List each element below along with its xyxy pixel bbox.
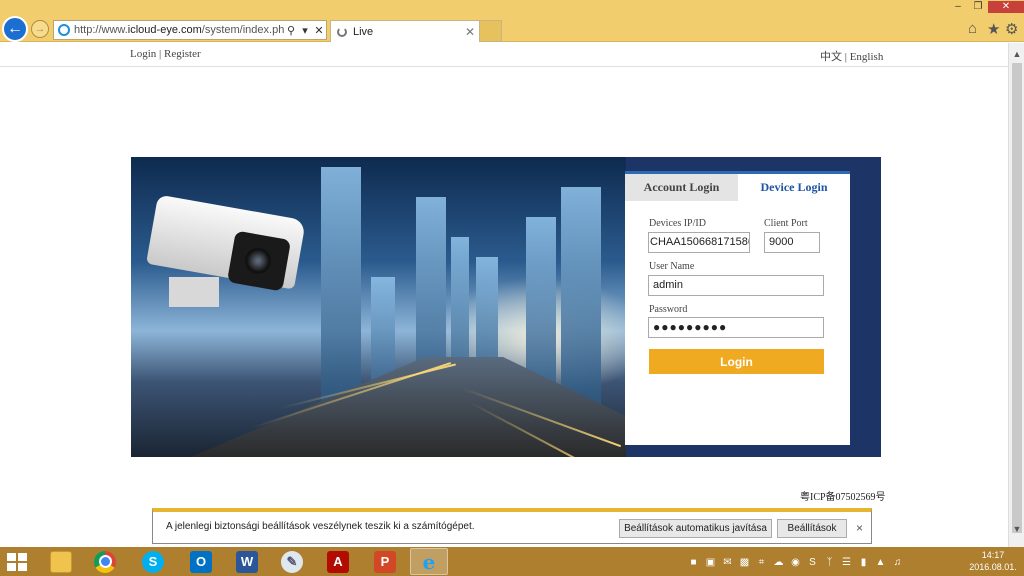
login-tabs: Account Login Device Login — [625, 174, 850, 201]
internet-explorer-icon[interactable]: e — [410, 548, 448, 575]
tab-device-login[interactable]: Device Login — [738, 174, 850, 201]
outlook-icon[interactable]: O — [182, 548, 220, 575]
login-button[interactable]: Login — [649, 349, 824, 374]
username-input[interactable]: admin — [648, 275, 824, 296]
dropdown-icon[interactable]: ▾ — [298, 24, 312, 37]
skype-tray-icon[interactable]: S — [807, 557, 818, 568]
window-minimize-button[interactable]: – — [948, 1, 968, 13]
back-arrow-icon[interactable]: ← — [2, 16, 28, 42]
address-bar[interactable]: http://www.icloud-eye.com/system/index.p… — [53, 20, 327, 40]
skyscraper — [561, 187, 601, 417]
usb-icon[interactable]: ⌗ — [756, 557, 767, 568]
scroll-down-arrow-icon[interactable]: ▼ — [1009, 524, 1024, 534]
url-domain: icloud-eye.com — [127, 24, 202, 36]
chrome-icon[interactable] — [86, 548, 124, 575]
loading-spinner-icon — [337, 26, 347, 37]
scroll-up-arrow-icon[interactable]: ▲ — [1009, 49, 1024, 59]
tab-account-login[interactable]: Account Login — [625, 174, 738, 201]
powerpoint-icon[interactable]: P — [366, 548, 404, 575]
password-label: Password — [649, 304, 688, 315]
battery-icon[interactable]: ▮ — [858, 557, 869, 568]
outlook-tray-icon[interactable]: ✉ — [722, 557, 733, 568]
window-close-button[interactable]: ✕ — [988, 1, 1024, 13]
window-restore-button[interactable]: ❐ — [968, 1, 988, 13]
top-bar: Login | Register 中文 | English — [0, 43, 1008, 67]
windows-start-icon[interactable] — [7, 553, 27, 571]
bluetooth-icon[interactable]: ᛉ — [824, 557, 835, 568]
auto-fix-settings-button[interactable]: Beállítások automatikus javítása — [619, 519, 772, 538]
notification-message: A jelenlegi biztonsági beállítások veszé… — [166, 521, 475, 532]
settings-button[interactable]: Beállítások — [777, 519, 847, 538]
paint-icon[interactable]: ✎ — [273, 548, 311, 575]
security-notification-bar: A jelenlegi biztonsági beállítások veszé… — [152, 508, 872, 544]
scroll-thumb[interactable] — [1012, 63, 1022, 533]
display-icon[interactable]: ▩ — [739, 557, 750, 568]
url-prefix: http://www. — [74, 24, 128, 36]
browser-tab-live[interactable]: Live ✕ — [330, 20, 480, 42]
home-icon[interactable]: ⌂ — [968, 20, 977, 37]
url-path: /system/index.php — [201, 24, 284, 36]
new-tab-button[interactable] — [480, 20, 502, 42]
favorites-star-icon[interactable]: ★ — [987, 20, 1000, 38]
vertical-scrollbar[interactable]: ▲ ▼ — [1008, 43, 1024, 547]
skype-icon[interactable]: S — [134, 548, 172, 575]
device-ip-label: Devices IP/ID — [649, 218, 706, 229]
skyscraper — [321, 167, 361, 417]
search-icon[interactable]: ⚲ — [284, 24, 298, 37]
clock-date: 2016.08.01. — [969, 562, 1017, 572]
clock-time: 14:17 — [981, 550, 1005, 560]
icp-license-text: 粤ICP备07502569号 — [800, 492, 886, 503]
system-tray: ■ ▣ ✉ ▩ ⌗ ☁ ◉ S ᛉ ☰ ▮ ▲ ♫ — [688, 553, 903, 571]
word-icon[interactable]: W — [228, 548, 266, 575]
windows-taskbar: S O W ✎ A P e ■ ▣ ✉ ▩ ⌗ ☁ ◉ S ᛉ ☰ ▮ ▲ ♫ … — [0, 547, 1024, 576]
login-register-link[interactable]: Login | Register — [130, 48, 201, 60]
cloud-icon[interactable]: ☁ — [773, 557, 784, 568]
password-input[interactable]: ●●●●●●●●● — [648, 317, 824, 338]
ie-page-icon — [58, 24, 70, 36]
action-center-icon[interactable]: ☰ — [841, 557, 852, 568]
nvidia-icon[interactable]: ▣ — [705, 557, 716, 568]
language-switch-link[interactable]: 中文 | English — [820, 48, 883, 64]
wifi-signal-icon[interactable]: ▲ — [875, 557, 886, 568]
username-label: User Name — [649, 261, 695, 272]
settings-gear-icon[interactable]: ⚙ — [1005, 20, 1018, 38]
network-tray-icon[interactable]: ◉ — [790, 557, 801, 568]
url-text[interactable]: http://www.icloud-eye.com/system/index.p… — [74, 24, 284, 36]
device-ip-input[interactable]: CHAA1506681715868 — [648, 232, 750, 253]
close-icon[interactable]: × — [856, 521, 863, 535]
client-port-input[interactable]: 9000 — [764, 232, 820, 253]
login-panel: Account Login Device Login Devices IP/ID… — [625, 171, 850, 445]
tab-title: Live — [353, 25, 374, 38]
security-camera-icon — [146, 194, 311, 307]
tab-close-icon[interactable]: ✕ — [465, 25, 479, 39]
acrobat-icon[interactable]: A — [319, 548, 357, 575]
volume-muted-icon[interactable]: ♫ — [892, 557, 903, 568]
stop-icon[interactable]: ✕ — [312, 24, 326, 37]
taskbar-clock[interactable]: 14:17 2016.08.01. — [968, 549, 1018, 573]
client-port-label: Client Port — [764, 218, 808, 229]
office-icon[interactable]: ■ — [688, 557, 699, 568]
web-page: Login | Register 中文 | English Account Lo… — [0, 43, 1008, 547]
browser-chrome: ← → http://www.icloud-eye.com/system/ind… — [0, 0, 1024, 42]
forward-arrow-icon[interactable]: → — [31, 20, 49, 38]
file-explorer-icon[interactable] — [42, 548, 80, 575]
